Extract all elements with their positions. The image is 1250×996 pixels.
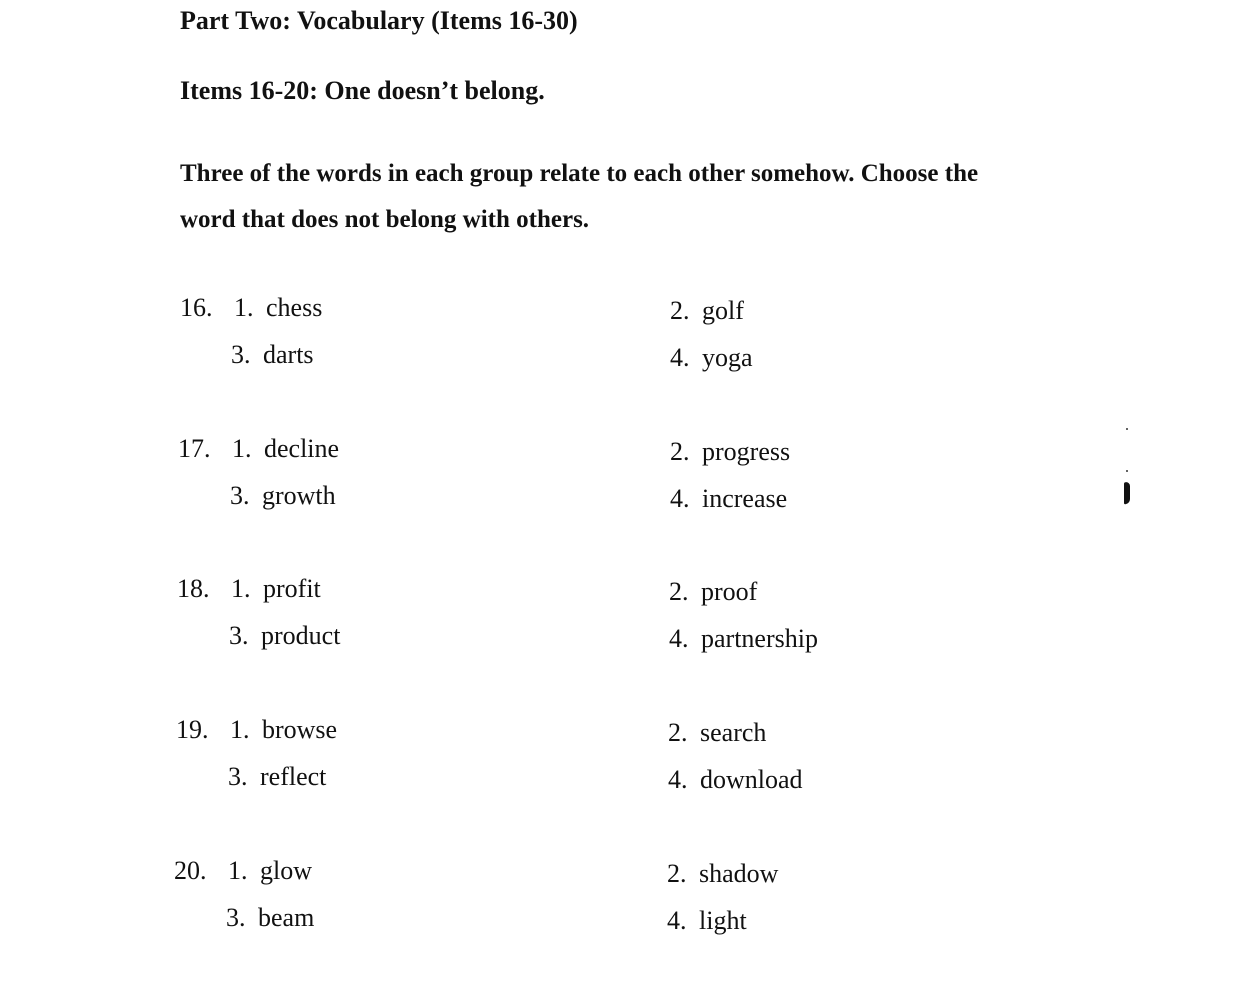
option-word: beam xyxy=(258,903,315,932)
section-title: Items 16-20: One doesn’t belong. xyxy=(180,76,545,105)
question-row: 18. 1. profit xyxy=(177,574,321,604)
question-row: 20. 1. glow xyxy=(174,856,312,886)
option-word: increase xyxy=(702,484,788,513)
option-word: search xyxy=(700,718,767,747)
option-number: 1. xyxy=(232,434,252,463)
option-number: 3. xyxy=(231,340,251,369)
option-row: 4. partnership xyxy=(669,624,818,654)
option-word: product xyxy=(261,621,341,650)
option-number: 2. xyxy=(667,859,687,888)
option-word: shadow xyxy=(699,859,779,888)
option-number: 2. xyxy=(668,718,688,747)
option-word: reflect xyxy=(260,762,327,791)
option-number: 2. xyxy=(670,296,690,325)
option-word: glow xyxy=(260,856,312,885)
option-number: 4. xyxy=(669,624,689,653)
option-number: 1. xyxy=(230,715,250,744)
question-number: 17. xyxy=(178,434,211,463)
scan-mark xyxy=(1124,481,1130,505)
question-number: 20. xyxy=(174,856,207,885)
option-row: 3. growth xyxy=(230,481,336,511)
question-number: 18. xyxy=(177,574,210,603)
option-row: 2. progress xyxy=(670,437,790,467)
option-word: download xyxy=(700,765,803,794)
scan-speck xyxy=(1126,428,1128,430)
option-row: 2. proof xyxy=(669,577,757,607)
option-row: 4. download xyxy=(668,765,803,795)
option-word: yoga xyxy=(702,343,753,372)
option-row: 2. golf xyxy=(670,296,744,326)
option-number: 4. xyxy=(668,765,688,794)
option-word: partnership xyxy=(701,624,818,653)
instructions-line-2: word that does not belong with others. xyxy=(180,206,590,233)
option-row: 2. search xyxy=(668,718,766,748)
option-row: 2. shadow xyxy=(667,859,778,889)
option-number: 4. xyxy=(670,343,690,372)
question-row: 16. 1. chess xyxy=(180,293,322,323)
option-number: 3. xyxy=(229,621,249,650)
option-word: profit xyxy=(263,574,321,603)
question-row: 19. 1. browse xyxy=(176,715,337,745)
option-row: 4. yoga xyxy=(670,343,753,373)
option-word: decline xyxy=(264,434,340,463)
option-number: 2. xyxy=(669,577,689,606)
option-word: light xyxy=(699,906,747,935)
option-number: 1. xyxy=(234,293,254,322)
option-word: darts xyxy=(263,340,314,369)
question-row: 17. 1. decline xyxy=(178,434,339,464)
option-word: browse xyxy=(262,715,338,744)
option-row: 4. increase xyxy=(670,484,787,514)
option-row: 4. light xyxy=(667,906,747,936)
option-number: 4. xyxy=(670,484,690,513)
option-number: 4. xyxy=(667,906,687,935)
option-number: 3. xyxy=(226,903,246,932)
option-row: 3. product xyxy=(229,621,340,651)
option-word: proof xyxy=(701,577,758,606)
option-word: growth xyxy=(262,481,336,510)
part-title: Part Two: Vocabulary (Items 16-30) xyxy=(180,6,578,35)
option-number: 3. xyxy=(230,481,250,510)
scan-speck xyxy=(1126,470,1128,472)
option-number: 2. xyxy=(670,437,690,466)
option-word: chess xyxy=(266,293,323,322)
option-row: 3. beam xyxy=(226,903,314,933)
instructions-line-1: Three of the words in each group relate … xyxy=(180,160,979,187)
question-number: 19. xyxy=(176,715,209,744)
question-number: 16. xyxy=(180,293,213,322)
option-word: golf xyxy=(702,296,744,325)
option-number: 1. xyxy=(231,574,251,603)
option-number: 1. xyxy=(228,856,248,885)
option-row: 3. darts xyxy=(231,340,314,370)
option-number: 3. xyxy=(228,762,248,791)
option-word: progress xyxy=(702,437,791,466)
option-row: 3. reflect xyxy=(228,762,326,792)
